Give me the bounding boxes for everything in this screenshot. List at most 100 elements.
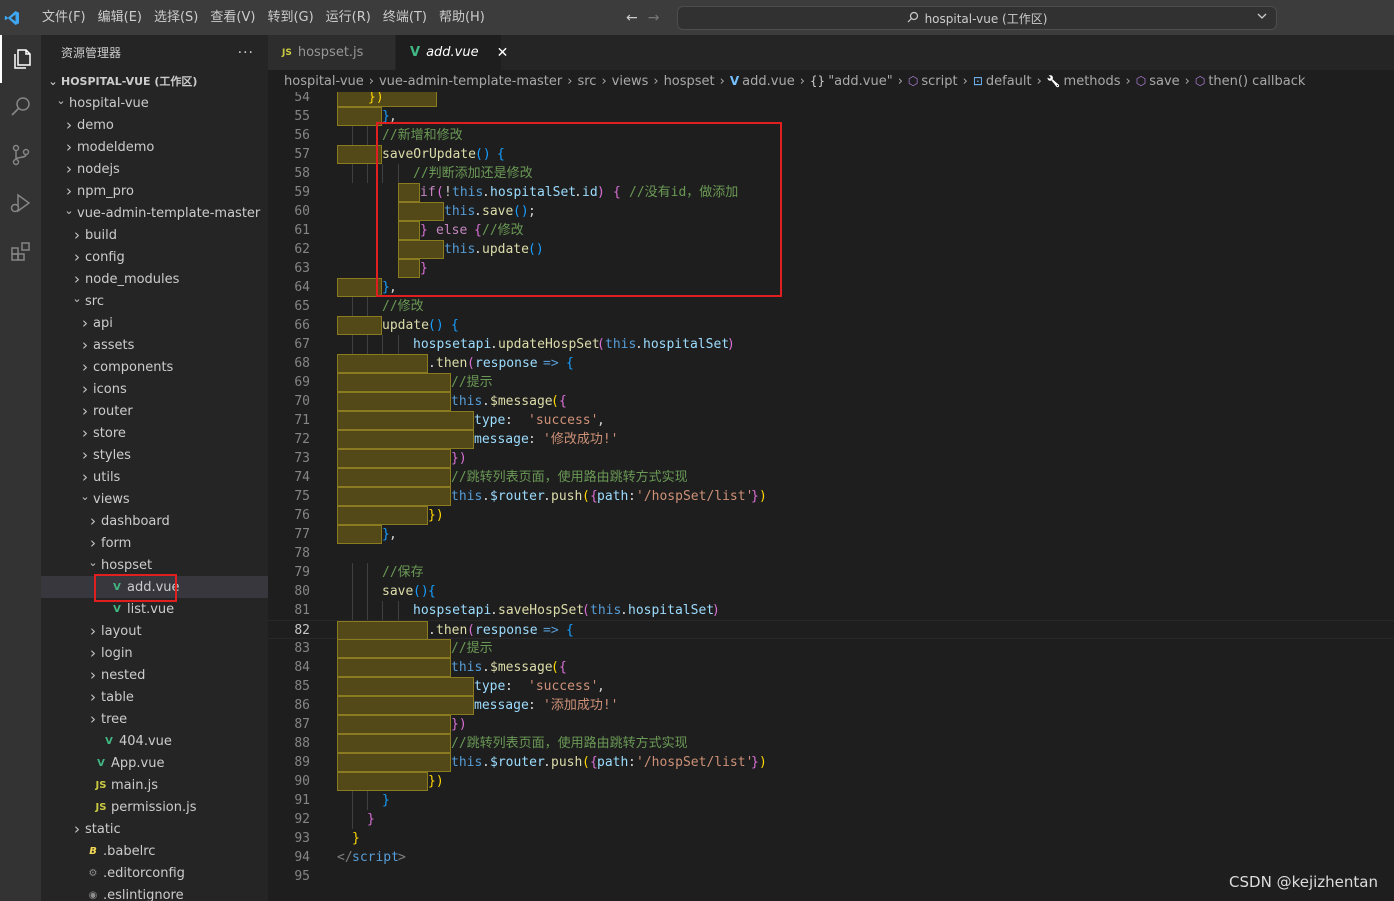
tree-folder[interactable]: › store — [41, 422, 268, 444]
code-line[interactable]: 95 — [268, 867, 1394, 886]
tab-hospset-js[interactable]: JS hospset.js — [268, 35, 396, 70]
menu-item[interactable]: 转到(G) — [261, 0, 319, 35]
search-icon[interactable] — [0, 83, 41, 131]
tree-folder[interactable]: › nested — [41, 664, 268, 686]
code-line[interactable]: 92} — [268, 810, 1394, 829]
explorer-icon[interactable] — [0, 35, 41, 83]
run-debug-icon[interactable] — [0, 179, 41, 227]
code-line[interactable]: 78 — [268, 544, 1394, 563]
breadcrumb-item[interactable]: default — [986, 74, 1032, 89]
tree-folder[interactable]: › login — [41, 642, 268, 664]
code-line[interactable]: 67 hospsetapi. updateHospSet(this. hospital… — [268, 335, 1394, 354]
code-line[interactable]: 68. then(response => { — [268, 354, 1394, 373]
code-line[interactable]: 54}) — [268, 92, 1394, 107]
tree-folder[interactable]: › build — [41, 224, 268, 246]
tree-folder[interactable]: › router — [41, 400, 268, 422]
breadcrumb-item[interactable]: views — [612, 74, 649, 89]
breadcrumb-item[interactable]: vue-admin-template-master — [379, 74, 562, 89]
tree-file[interactable]: ◉ .eslintignore — [41, 884, 268, 901]
code-line[interactable]: 72 message: '修改成功!' — [268, 430, 1394, 449]
code-line[interactable]: 82. then(response => { — [268, 620, 1394, 640]
code-line[interactable]: 77}, — [268, 525, 1394, 544]
tree-folder[interactable]: › form — [41, 532, 268, 554]
more-actions-icon[interactable]: ··· — [238, 45, 254, 61]
tree-folder[interactable]: ⌄ views — [41, 488, 268, 510]
tree-folder[interactable]: › assets — [41, 334, 268, 356]
code-line[interactable]: 81 hospsetapi. saveHospSet(this. hospitalSe… — [268, 601, 1394, 620]
breadcrumb-item[interactable]: add.vue — [742, 74, 795, 89]
code-line[interactable]: 70 this. $message({ — [268, 392, 1394, 411]
tree-file[interactable]: V 404.vue — [41, 730, 268, 752]
command-center[interactable]: hospital-vue (工作区) — [677, 6, 1277, 30]
code-line[interactable]: 93} — [268, 829, 1394, 848]
code-line[interactable]: 90}) — [268, 772, 1394, 791]
breadcrumb-item[interactable]: hospital-vue — [284, 74, 364, 89]
tree-folder[interactable]: ⌄ src — [41, 290, 268, 312]
tree-folder[interactable]: › static — [41, 818, 268, 840]
code-line[interactable]: 83 //提示 — [268, 639, 1394, 658]
code-line[interactable]: 88 //跳转列表页面，使用路由跳转方式实现 — [268, 734, 1394, 753]
tree-folder[interactable]: › utils — [41, 466, 268, 488]
chevron-down-icon[interactable] — [1256, 10, 1268, 25]
tree-folder[interactable]: › tree — [41, 708, 268, 730]
tab-add-vue[interactable]: Vadd.vue ✕ — [396, 35, 508, 70]
tree-folder[interactable]: › dashboard — [41, 510, 268, 532]
tree-file[interactable]: JS main.js — [41, 774, 268, 796]
code-line[interactable]: 75 this. $router. push({path: '/hospSet/list… — [268, 487, 1394, 506]
code-line[interactable]: 69 //提示 — [268, 373, 1394, 392]
code-line[interactable]: 79 //保存 — [268, 563, 1394, 582]
tree-folder[interactable]: › api — [41, 312, 268, 334]
tree-folder[interactable]: › styles — [41, 444, 268, 466]
tree-folder[interactable]: ⌄ hospset — [41, 554, 268, 576]
tree-folder[interactable]: ⌄ vue-admin-template-master — [41, 202, 268, 224]
extensions-icon[interactable] — [0, 227, 41, 275]
menu-item[interactable]: 运行(R) — [320, 0, 377, 35]
tree-folder[interactable]: › layout — [41, 620, 268, 642]
menu-item[interactable]: 查看(V) — [204, 0, 261, 35]
breadcrumb-item[interactable]: save — [1149, 74, 1179, 89]
workspace-root[interactable]: ⌄ HOSPITAL-VUE (工作区) — [41, 70, 268, 92]
tree-folder[interactable]: › modeldemo — [41, 136, 268, 158]
code-line[interactable]: 84 this. $message({ — [268, 658, 1394, 677]
breadcrumb-item[interactable]: hospset — [664, 74, 715, 89]
forward-arrow-icon[interactable]: → — [648, 10, 660, 26]
close-icon[interactable]: ✕ — [497, 45, 509, 61]
tree-folder[interactable]: › node_modules — [41, 268, 268, 290]
tree-folder[interactable]: ⌄ hospital-vue — [41, 92, 268, 114]
breadcrumb-item[interactable]: then() callback — [1208, 74, 1305, 89]
menu-item[interactable]: 编辑(E) — [92, 0, 148, 35]
breadcrumb-item[interactable]: methods — [1064, 74, 1121, 89]
back-arrow-icon[interactable]: ← — [626, 10, 638, 26]
tree-folder[interactable]: › components — [41, 356, 268, 378]
menu-item[interactable]: 选择(S) — [148, 0, 204, 35]
breadcrumb-item[interactable]: script — [921, 74, 957, 89]
code-line[interactable]: 73}) — [268, 449, 1394, 468]
tree-folder[interactable]: › npm_pro — [41, 180, 268, 202]
tree-folder[interactable]: › nodejs — [41, 158, 268, 180]
breadcrumb-item[interactable]: src — [577, 74, 596, 89]
source-control-icon[interactable] — [0, 131, 41, 179]
menu-item[interactable]: 终端(T) — [377, 0, 433, 35]
tree-file[interactable]: ⚙ .editorconfig — [41, 862, 268, 884]
code-line[interactable]: 71 type: 'success', — [268, 411, 1394, 430]
menu-item[interactable]: 文件(F) — [36, 0, 92, 35]
code-line[interactable]: 86 message: '添加成功!' — [268, 696, 1394, 715]
code-line[interactable]: 94 </script > — [268, 848, 1394, 867]
tree-folder[interactable]: › config — [41, 246, 268, 268]
code-line[interactable]: 85 type: 'success', — [268, 677, 1394, 696]
code-line[interactable]: 91} — [268, 791, 1394, 810]
code-line[interactable]: 89 this. $router. push({path: '/hospSet/list… — [268, 753, 1394, 772]
breadcrumb-item[interactable]: "add.vue" — [828, 74, 893, 89]
tree-folder[interactable]: › icons — [41, 378, 268, 400]
tree-folder[interactable]: › demo — [41, 114, 268, 136]
code-line[interactable]: 80 save(){ — [268, 582, 1394, 601]
tree-file[interactable]: B .babelrc — [41, 840, 268, 862]
tree-folder[interactable]: › table — [41, 686, 268, 708]
code-line[interactable]: 87}) — [268, 715, 1394, 734]
code-line[interactable]: 76}) — [268, 506, 1394, 525]
code-line[interactable]: 74 //跳转列表页面，使用路由跳转方式实现 — [268, 468, 1394, 487]
tree-file[interactable]: V App.vue — [41, 752, 268, 774]
tree-file[interactable]: JS permission.js — [41, 796, 268, 818]
menu-item[interactable]: 帮助(H) — [433, 0, 491, 35]
code-line[interactable]: 66 update() { — [268, 316, 1394, 335]
